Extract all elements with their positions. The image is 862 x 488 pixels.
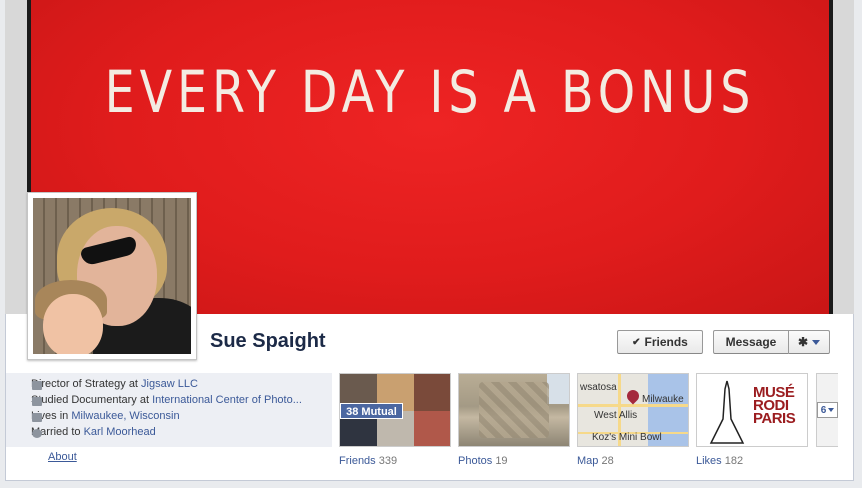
- friends-button[interactable]: ✔ Friends: [617, 330, 703, 354]
- house-icon: [32, 413, 42, 422]
- graduation-cap-icon: [32, 397, 42, 406]
- cover-text: EVERY DAY IS A BONUS: [104, 58, 756, 126]
- photos-count: 19: [495, 455, 508, 467]
- profile-name[interactable]: Sue Spaight: [210, 330, 326, 353]
- map-tile[interactable]: wsatosa Milwauke West Allis Koz's Mini B…: [577, 373, 689, 447]
- message-button-label: Message: [725, 335, 777, 349]
- more-sections-count: 6: [820, 404, 827, 416]
- page-bottom-divider: [5, 480, 854, 488]
- about-panel: Director of Strategy at Jigsaw LLC Studi…: [6, 373, 332, 447]
- profile-picture[interactable]: [27, 192, 197, 360]
- friends-label: Friends: [339, 455, 376, 467]
- likes-tile[interactable]: MUSÉ RODI PARIS: [696, 373, 808, 447]
- gear-icon: ✱: [797, 335, 809, 349]
- friends-tile-label[interactable]: Friends 339: [339, 455, 397, 467]
- map-place-label: Koz's Mini Bowl: [592, 432, 662, 443]
- heart-icon: [32, 429, 42, 438]
- map-label: Map: [577, 455, 599, 467]
- message-button[interactable]: Message: [713, 330, 788, 354]
- about-item-text: Director of Strategy at: [31, 378, 142, 390]
- likes-label: Likes: [696, 455, 722, 467]
- about-item-text: Studied Documentary at: [31, 394, 153, 406]
- friend-thumb: [414, 374, 450, 411]
- photos-tile-label[interactable]: Photos 19: [458, 455, 508, 467]
- photo-climbing-wall: [479, 382, 549, 438]
- photos-label: Photos: [458, 455, 493, 467]
- about-link[interactable]: About: [48, 451, 77, 463]
- map-count: 28: [601, 455, 614, 467]
- education-link[interactable]: International Center of Photo...: [152, 394, 302, 406]
- location-link[interactable]: Milwaukee, Wisconsin: [71, 410, 179, 422]
- briefcase-icon: [32, 381, 42, 390]
- map-pin-icon: [624, 387, 642, 405]
- map-place-label: wsatosa: [580, 382, 617, 393]
- about-item-relationship: Married to Karl Moorhead: [31, 424, 332, 440]
- likes-count: 182: [724, 455, 744, 467]
- check-icon: ✔: [632, 336, 641, 348]
- work-link[interactable]: Jigsaw LLC: [141, 378, 198, 390]
- friends-tile[interactable]: 38 Mutual: [339, 373, 451, 447]
- museum-logo: MUSÉ RODI PARIS: [753, 385, 807, 436]
- spouse-link[interactable]: Karl Moorhead: [84, 426, 156, 438]
- friends-count: 339: [378, 455, 398, 467]
- friends-button-label: Friends: [644, 335, 688, 349]
- about-item-work: Director of Strategy at Jigsaw LLC: [31, 376, 332, 392]
- more-sections: 6: [816, 373, 838, 447]
- photos-tile[interactable]: [458, 373, 570, 447]
- more-sections-button[interactable]: 6: [817, 402, 838, 418]
- likes-tile-label[interactable]: Likes 182: [696, 455, 743, 467]
- avatar: [33, 198, 191, 354]
- map-tile-label[interactable]: Map 28: [577, 455, 614, 467]
- map-place-label: West Allis: [594, 410, 638, 421]
- about-item-education: Studied Documentary at International Cen…: [31, 392, 332, 408]
- about-item-location: Lives in Milwaukee, Wisconsin: [31, 408, 332, 424]
- settings-dropdown-button[interactable]: ✱: [788, 330, 830, 354]
- friend-thumb: [414, 411, 450, 446]
- map-place-label: Milwauke: [642, 394, 684, 405]
- photo-sky: [547, 374, 569, 404]
- mutual-friends-badge[interactable]: 38 Mutual: [340, 403, 403, 419]
- chevron-down-icon: [812, 339, 821, 345]
- chevron-down-icon: [828, 408, 835, 412]
- tower-icon: [709, 380, 745, 444]
